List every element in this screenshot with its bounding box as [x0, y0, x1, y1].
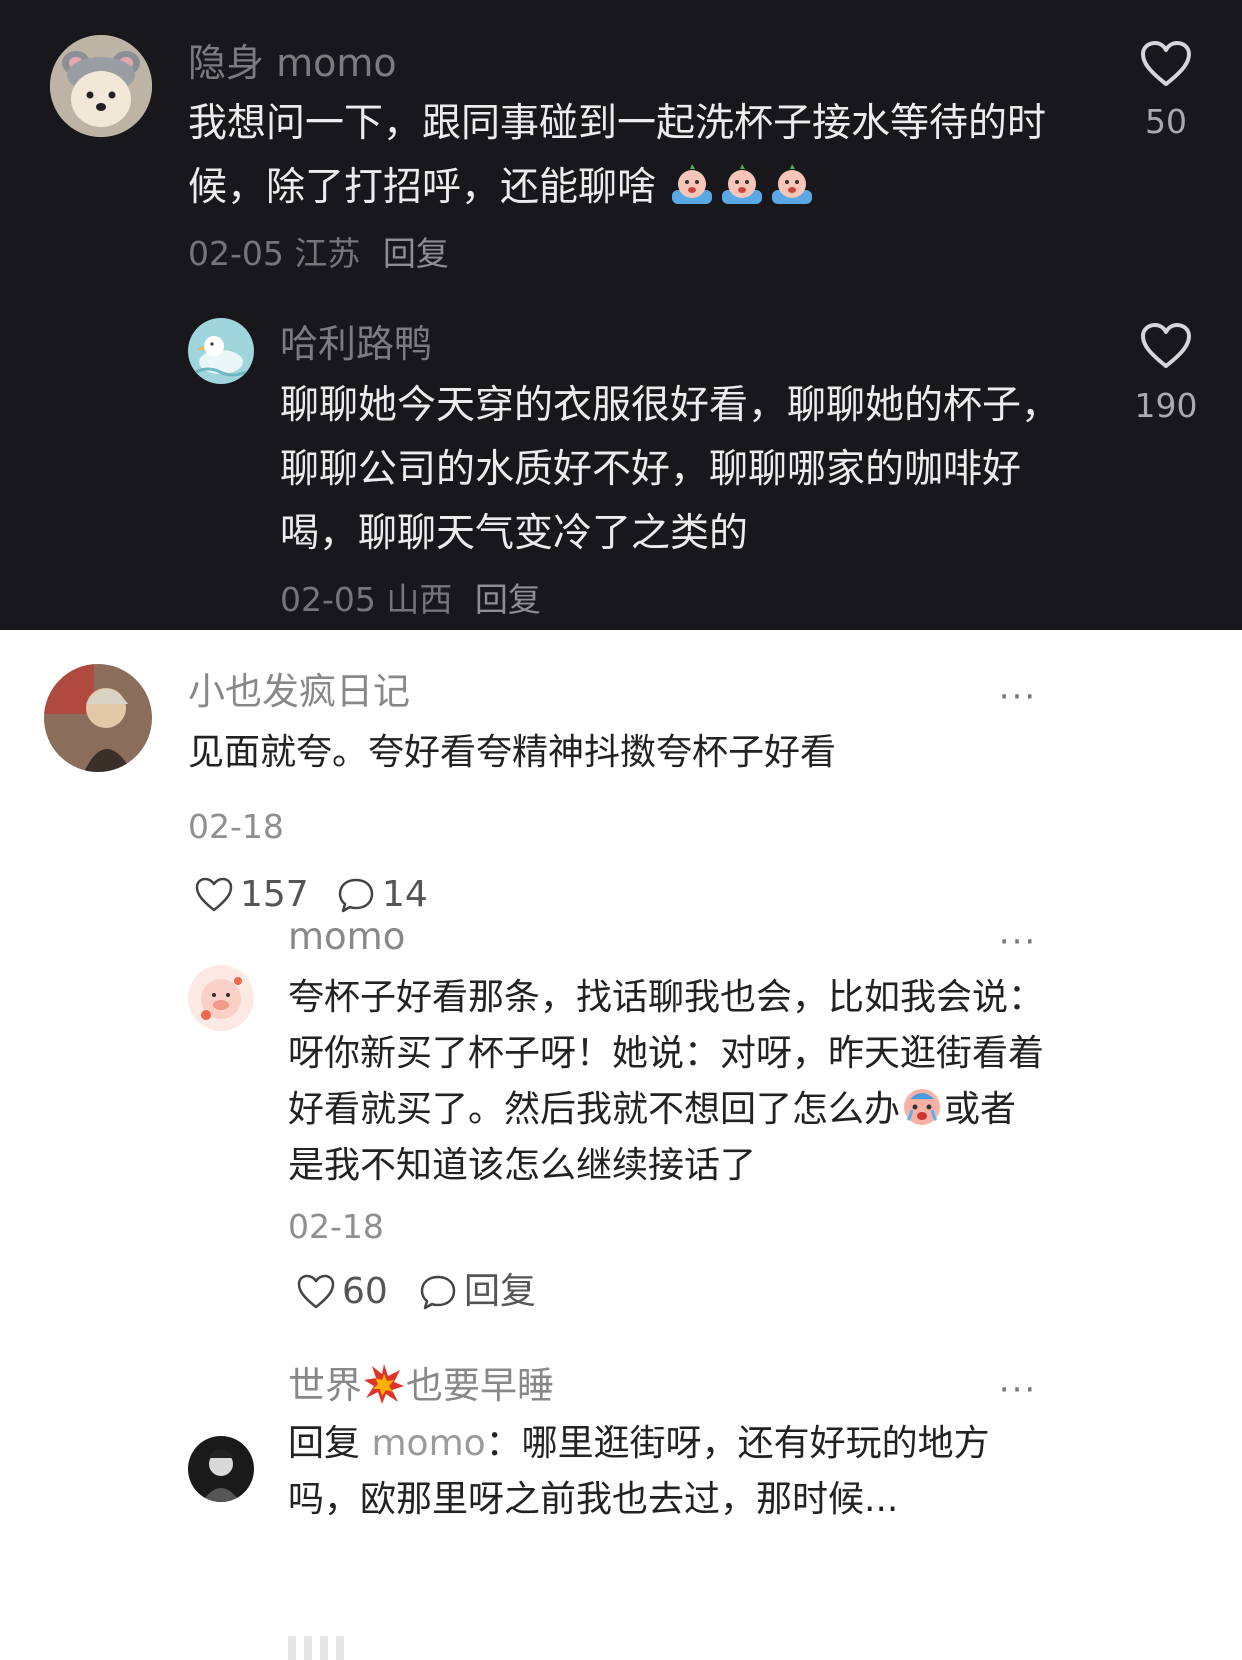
more-options-button[interactable]: ··· [988, 1373, 1048, 1407]
reply-date: 02-05 [280, 580, 376, 619]
crying-emoji-icon [772, 164, 813, 204]
dark-comment-section: 隐身 momo 我想问一下，跟同事碰到一起洗杯子接水等待的时候，除了打招呼，还能… [0, 0, 1242, 630]
reply-button[interactable]: 回复 [475, 580, 541, 619]
comment-location: 江苏 [294, 234, 361, 273]
comment-text: 我想问一下，跟同事碰到一起洗杯子接水等待的时候，除了打招呼，还能聊啥 [188, 101, 1047, 210]
more-options-button[interactable]: ··· [988, 925, 1048, 959]
like-button[interactable]: 157 [194, 873, 309, 917]
reply-username[interactable]: 哈利路鸭 [280, 321, 432, 367]
reply-button[interactable]: 回复 [383, 234, 449, 273]
avatar[interactable] [188, 1436, 254, 1502]
reply-prefix: 回复 [288, 1423, 361, 1464]
comment-text: 见面就夸。夸好看夸精神抖擞夸杯子好看 [188, 732, 837, 773]
reply-button[interactable]: 回复 [418, 1270, 536, 1314]
like-count: 157 [240, 874, 309, 915]
reply-username[interactable]: momo [288, 914, 405, 960]
reply-text: 回复 momo：哪里逛街呀，还有好玩的地方吗，欧那里呀之前我也去过，那时候... [288, 1423, 990, 1520]
reply-text: 聊聊她今天穿的衣服很好看，聊聊她的杯子，聊聊公司的水质好不好，聊聊哪家的咖啡好喝… [280, 383, 1061, 556]
like-count: 190 [1134, 386, 1198, 425]
avatar[interactable] [44, 664, 152, 772]
avatar[interactable] [188, 965, 254, 1031]
light-comment-section: 小也发疯日记 ··· 见面就夸。夸好看夸精神抖擞夸杯子好看 02-18 157 … [0, 630, 1242, 1660]
comment-username[interactable]: 隐身 momo [188, 40, 397, 86]
truncated-content-fade [288, 1636, 368, 1660]
like-count: 60 [342, 1271, 388, 1312]
reply-label: 回复 [464, 1271, 537, 1312]
reply-location: 山西 [386, 580, 453, 619]
crying-emoji-icon [672, 164, 713, 204]
avatar[interactable] [188, 318, 254, 384]
heart-icon [195, 877, 233, 912]
comment-date: 02-05 [188, 234, 284, 273]
like-button[interactable] [1106, 40, 1226, 92]
like-button[interactable] [1106, 322, 1226, 374]
comment-username[interactable]: 小也发疯日记 [188, 669, 410, 715]
collision-emoji-icon [364, 1364, 404, 1404]
dog-avatar-icon [50, 35, 152, 137]
mention-link[interactable]: momo [371, 1423, 485, 1464]
reply-date: 02-18 [288, 1207, 384, 1246]
person-avatar-icon [44, 664, 152, 772]
reply-text: 夸杯子好看那条，找话聊我也会，比如我会说：呀你新买了杯子呀！她说：对呀，昨天逛街… [288, 977, 1045, 1186]
crying-emoji-group [656, 164, 818, 210]
dark-portrait-avatar-icon [188, 1436, 254, 1502]
heart-icon [1141, 41, 1191, 86]
duck-avatar-icon [188, 318, 254, 384]
more-options-button[interactable]: ··· [988, 680, 1048, 714]
like-button[interactable]: 60 [296, 1270, 388, 1314]
pig-avatar-icon [188, 965, 254, 1031]
crying-emoji-icon [722, 164, 763, 204]
comment-meta: 02-05 江苏 回复 [188, 234, 449, 274]
crying-emoji-icon [904, 1089, 941, 1125]
comment-button[interactable]: 14 [336, 873, 428, 917]
reply-meta: 02-05 山西 回复 [280, 580, 541, 620]
avatar[interactable] [50, 35, 152, 137]
like-count: 50 [1145, 102, 1187, 141]
heart-icon [297, 1274, 335, 1309]
heart-icon [1141, 323, 1191, 368]
reply-username[interactable]: 世界 也要早睡 [288, 1362, 554, 1409]
comment-date: 02-18 [188, 807, 284, 846]
comment-count: 14 [382, 874, 428, 915]
comment-bubble-icon [420, 1275, 456, 1310]
comment-bubble-icon [338, 878, 374, 913]
